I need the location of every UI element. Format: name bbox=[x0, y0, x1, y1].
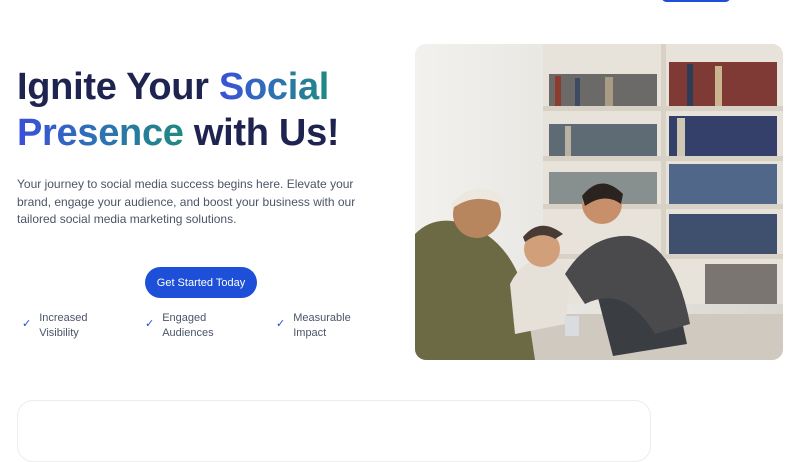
feature-label: Engaged Audiences bbox=[162, 312, 214, 339]
header-button[interactable] bbox=[661, 0, 731, 2]
hero-image-illustration bbox=[415, 44, 783, 360]
hero-title-part: with Us! bbox=[183, 112, 340, 154]
feature-label: Measurable Impact bbox=[293, 312, 351, 339]
hero-title-part: Ignite Your bbox=[17, 66, 219, 108]
check-icon: ✓ bbox=[22, 318, 32, 330]
hero-title: Ignite Your Social Presence with Us! bbox=[17, 64, 340, 156]
get-started-button[interactable]: Get Started Today bbox=[145, 267, 257, 298]
bottom-card bbox=[17, 400, 651, 462]
check-icon: ✓ bbox=[145, 318, 155, 330]
hero-title-accent: Presence bbox=[17, 112, 184, 154]
hero-image bbox=[415, 44, 783, 360]
hero-description: Your journey to social media success beg… bbox=[17, 177, 356, 226]
feature-engaged-audiences: ✓ Engaged Audiences bbox=[145, 311, 228, 341]
hero-title-accent: Social bbox=[218, 66, 330, 108]
feature-label: Increased Visibility bbox=[39, 312, 88, 339]
feature-measurable-impact: ✓ Measurable Impact bbox=[276, 311, 359, 341]
feature-increased-visibility: ✓ Increased Visibility bbox=[22, 311, 105, 341]
check-icon: ✓ bbox=[276, 318, 286, 330]
